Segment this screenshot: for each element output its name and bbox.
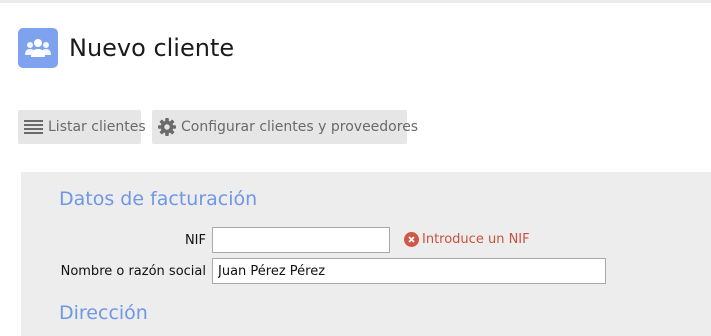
- address-section-title: Dirección: [59, 302, 148, 324]
- nif-label: NIF: [184, 233, 206, 248]
- nif-input[interactable]: [212, 227, 390, 253]
- billing-section-title: Datos de facturación: [59, 188, 258, 210]
- name-label: Nombre o razón social: [60, 264, 206, 279]
- name-input[interactable]: [212, 258, 606, 284]
- list-clients-label: Listar clientes: [48, 119, 146, 135]
- list-icon: [24, 120, 43, 134]
- users-icon: [18, 28, 58, 68]
- configure-clients-label: Configurar clientes y proveedores: [181, 119, 419, 135]
- page-title: Nuevo cliente: [69, 34, 235, 62]
- error-icon: [404, 232, 419, 247]
- list-clients-button[interactable]: Listar clientes: [18, 110, 146, 144]
- top-border: [0, 0, 711, 3]
- configure-clients-button[interactable]: Configurar clientes y proveedores: [152, 110, 418, 144]
- nif-error-text: Introduce un NIF: [422, 232, 530, 247]
- gear-icon: [158, 118, 176, 136]
- nif-error-message: Introduce un NIF: [404, 232, 530, 247]
